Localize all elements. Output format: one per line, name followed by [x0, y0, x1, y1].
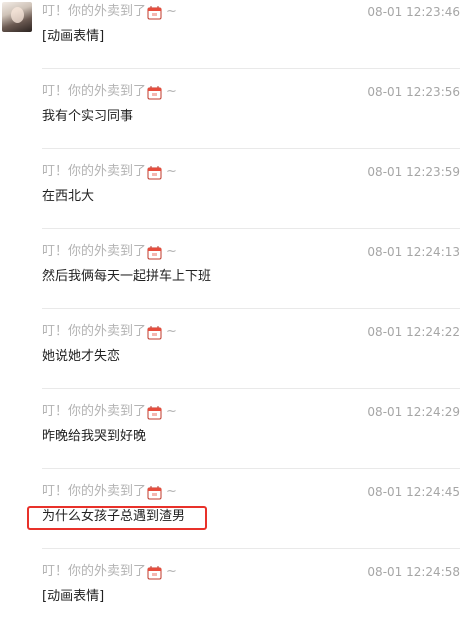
takeout-box-icon [147, 565, 162, 580]
sender-suffix: ~ [166, 164, 177, 179]
sender-name[interactable]: 叮！你的外卖到了 ~ [42, 83, 177, 101]
takeout-box-icon [147, 405, 162, 420]
sender-name-text: 叮！你的外卖到了 [42, 244, 147, 259]
sender-suffix: ~ [166, 484, 177, 499]
takeout-box-icon [147, 85, 162, 100]
sender-name-text: 叮！你的外卖到了 [42, 404, 147, 419]
message-timestamp: 08-01 12:23:46 [367, 5, 460, 19]
message-divider [42, 388, 460, 389]
chat-message: 叮！你的外卖到了 ~ 08-01 12:24:13 然后我俩每天一起拼车上下班 [0, 240, 467, 320]
sender-name-text: 叮！你的外卖到了 [42, 484, 147, 499]
takeout-box-icon [147, 245, 162, 260]
message-text[interactable]: 然后我俩每天一起拼车上下班 [42, 267, 211, 287]
sender-suffix: ~ [166, 324, 177, 339]
sender-name[interactable]: 叮！你的外卖到了 ~ [42, 563, 177, 581]
sender-name[interactable]: 叮！你的外卖到了 ~ [42, 163, 177, 181]
chat-message: 叮！你的外卖到了 ~ 08-01 12:23:46 [动画表情] [0, 0, 467, 80]
chat-message: 叮！你的外卖到了 ~ 08-01 12:23:56 我有个实习同事 [0, 80, 467, 160]
sender-suffix: ~ [166, 84, 177, 99]
message-timestamp: 08-01 12:24:29 [367, 405, 460, 419]
avatar[interactable] [2, 2, 32, 32]
takeout-box-icon [147, 5, 162, 20]
message-timestamp: 08-01 12:24:58 [367, 565, 460, 579]
chat-message-list: 叮！你的外卖到了 ~ 08-01 12:23:46 [动画表情] 叮！你的外卖到… [0, 0, 467, 607]
message-text[interactable]: [动画表情] [42, 587, 104, 607]
message-divider [42, 68, 460, 69]
message-text[interactable]: 她说她才失恋 [42, 347, 120, 367]
sender-name-text: 叮！你的外卖到了 [42, 164, 147, 179]
sender-name-text: 叮！你的外卖到了 [42, 324, 147, 339]
message-text[interactable]: 我有个实习同事 [42, 107, 133, 127]
sender-name[interactable]: 叮！你的外卖到了 ~ [42, 3, 177, 21]
message-timestamp: 08-01 12:24:22 [367, 325, 460, 339]
chat-message: 叮！你的外卖到了 ~ 08-01 12:24:29 昨晚给我哭到好晚 [0, 400, 467, 480]
message-timestamp: 08-01 12:23:59 [367, 165, 460, 179]
sender-name[interactable]: 叮！你的外卖到了 ~ [42, 483, 177, 501]
sender-suffix: ~ [166, 4, 177, 19]
takeout-box-icon [147, 325, 162, 340]
message-timestamp: 08-01 12:23:56 [367, 85, 460, 99]
message-timestamp: 08-01 12:24:13 [367, 245, 460, 259]
message-divider [42, 148, 460, 149]
message-divider [42, 228, 460, 229]
message-divider [42, 468, 460, 469]
highlight-annotation-box [27, 506, 207, 530]
message-divider [42, 308, 460, 309]
sender-suffix: ~ [166, 564, 177, 579]
sender-suffix: ~ [166, 244, 177, 259]
sender-name[interactable]: 叮！你的外卖到了 ~ [42, 403, 177, 421]
message-divider [42, 548, 460, 549]
takeout-box-icon [147, 165, 162, 180]
chat-message: 叮！你的外卖到了 ~ 08-01 12:24:58 [动画表情] [0, 560, 467, 640]
chat-message: 叮！你的外卖到了 ~ 08-01 12:24:22 她说她才失恋 [0, 320, 467, 400]
sender-name-text: 叮！你的外卖到了 [42, 564, 147, 579]
message-text[interactable]: 昨晚给我哭到好晚 [42, 427, 146, 447]
chat-message: 叮！你的外卖到了 ~ 08-01 12:23:59 在西北大 [0, 160, 467, 240]
takeout-box-icon [147, 485, 162, 500]
sender-name-text: 叮！你的外卖到了 [42, 4, 147, 19]
message-timestamp: 08-01 12:24:45 [367, 485, 460, 499]
sender-name-text: 叮！你的外卖到了 [42, 84, 147, 99]
message-text[interactable]: [动画表情] [42, 27, 104, 47]
sender-name[interactable]: 叮！你的外卖到了 ~ [42, 243, 177, 261]
message-text[interactable]: 在西北大 [42, 187, 94, 207]
sender-name[interactable]: 叮！你的外卖到了 ~ [42, 323, 177, 341]
sender-suffix: ~ [166, 404, 177, 419]
